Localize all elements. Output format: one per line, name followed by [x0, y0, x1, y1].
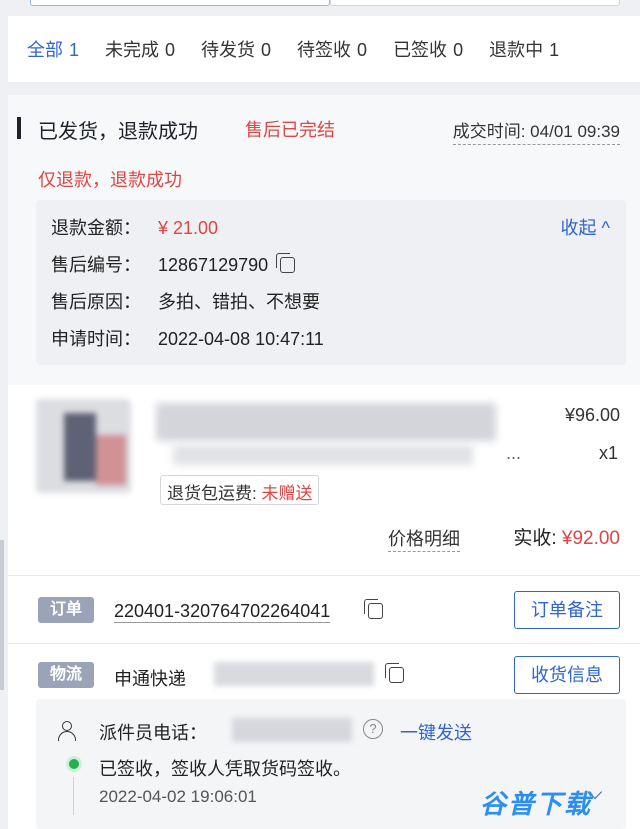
scrollbar[interactable]	[0, 540, 4, 690]
order-note-button[interactable]: 订单备注	[514, 591, 620, 629]
tab-refunding[interactable]: 退款中 1	[489, 36, 559, 62]
after-sale-reason-row: 售后原因： 多拍、错拍、不想要	[51, 288, 320, 314]
apply-time-row: 申请时间： 2022-04-08 10:47:11	[51, 325, 324, 351]
deal-time[interactable]: 成交时间: 04/01 09:39	[452, 117, 620, 145]
product-spec-blurred	[173, 445, 473, 465]
copy-icon[interactable]	[385, 663, 404, 683]
collapse-label: 收起	[560, 218, 597, 238]
timeline-line	[73, 777, 74, 815]
track-time: 2022-04-02 19:06:01	[99, 787, 257, 806]
courier-phone-label: 派件员电话：	[99, 723, 207, 743]
top-filter-box-right[interactable]	[330, 0, 620, 6]
order-number: 220401-320764702264041	[114, 601, 331, 623]
carrier-name: 申通快递	[114, 669, 186, 689]
refund-details-panel: 收起 ^ 退款金额： ¥ 21.00 售后编号： 12867129790 售后原因：…	[36, 200, 626, 365]
tracking-number-blurred	[214, 662, 374, 686]
tab-count: 0	[165, 40, 176, 60]
tab-received[interactable]: 已签收 0	[393, 36, 463, 62]
order-card: 已发货，退款成功 售后已完结 成交时间: 04/01 09:39 仅退款，退款成…	[8, 95, 640, 829]
chevron-up-icon: ^	[601, 218, 610, 238]
refund-amount-row: 退款金额： ¥ 21.00	[51, 214, 218, 240]
after-sale-reason-value: 多拍、错拍、不想要	[158, 292, 320, 312]
divider	[8, 643, 640, 644]
order-status-tabs: 全部 1 未完成 0 待发货 0 待签收 0 已签收 0 退款中 1	[8, 16, 640, 82]
return-freight-badge: 退货包运费: 未赠送	[160, 475, 320, 505]
after-sale-id-row: 售后编号： 12867129790	[51, 251, 296, 277]
one-click-send-link[interactable]: 一键发送	[400, 719, 472, 745]
tab-to-ship[interactable]: 待发货 0	[201, 36, 271, 62]
tab-all[interactable]: 全部 1	[27, 36, 79, 62]
received-label: 实收:	[513, 528, 557, 549]
status-indicator-bar	[17, 117, 21, 139]
product-section: ... ¥96.00 x1 退货包运费: 未赠送 价格明细 实收: ¥92.00	[8, 385, 640, 570]
refund-type: 仅退款，退款成功	[38, 170, 182, 190]
received-amount: 实收: ¥92.00	[513, 523, 620, 550]
product-quantity: x1	[598, 443, 618, 463]
product-image[interactable]	[36, 399, 131, 493]
top-filter-box-left[interactable]	[30, 0, 330, 6]
watermark-logo: 谷普下载	[479, 789, 592, 819]
order-header: 已发货，退款成功 售后已完结 成交时间: 04/01 09:39 仅退款，退款成…	[8, 95, 640, 385]
receiver-info-button[interactable]: 收货信息	[514, 656, 620, 694]
tab-unfinished[interactable]: 未完成 0	[105, 36, 175, 62]
after-sale-id-value: 12867129790	[158, 255, 269, 275]
collapse-button[interactable]: 收起 ^	[561, 214, 610, 240]
tab-label: 待发货	[201, 40, 256, 60]
tab-label: 未完成	[105, 40, 160, 60]
person-icon	[58, 721, 76, 741]
apply-time-label: 申请时间：	[51, 329, 141, 349]
status-dot-icon	[66, 756, 82, 772]
product-title-blurred[interactable]	[156, 403, 496, 441]
tab-to-receive[interactable]: 待签收 0	[297, 36, 367, 62]
refund-amount-value: ¥ 21.00	[158, 218, 219, 238]
after-sale-id-label: 售后编号：	[51, 255, 141, 275]
order-tag: 订单	[38, 597, 94, 623]
after-sale-reason-label: 售后原因：	[51, 292, 141, 312]
price-detail-link[interactable]: 价格明细	[388, 525, 460, 552]
order-number-value: 220401-320764702264041	[114, 601, 331, 621]
received-value: ¥92.00	[561, 528, 620, 549]
tab-label: 已签收	[393, 40, 448, 60]
tab-label: 待签收	[297, 40, 352, 60]
courier-phone-blurred	[232, 718, 352, 742]
track-status: 已签收，签收人凭取货码签收。	[99, 759, 351, 779]
apply-time-value: 2022-04-08 10:47:11	[158, 329, 324, 349]
tab-count: 0	[453, 40, 464, 60]
tab-count: 0	[261, 40, 272, 60]
tab-label: 退款中	[489, 40, 544, 60]
logistics-tag: 物流	[38, 662, 94, 688]
refund-amount-label: 退款金额：	[51, 218, 141, 238]
product-price: ¥96.00	[564, 405, 620, 425]
freight-value: 未赠送	[261, 484, 313, 503]
after-sale-status: 售后已完结	[245, 120, 335, 140]
tab-count: 1	[69, 40, 80, 60]
tab-count: 1	[549, 40, 560, 60]
order-status-title: 已发货，退款成功	[38, 121, 198, 143]
tab-count: 0	[357, 40, 368, 60]
help-icon[interactable]: ?	[363, 719, 383, 739]
freight-label: 退货包运费:	[167, 484, 257, 503]
copy-icon[interactable]	[276, 253, 296, 273]
copy-icon[interactable]	[364, 599, 383, 619]
divider	[8, 575, 640, 576]
product-title-ellipsis: ...	[506, 443, 522, 463]
tab-label: 全部	[27, 40, 63, 60]
